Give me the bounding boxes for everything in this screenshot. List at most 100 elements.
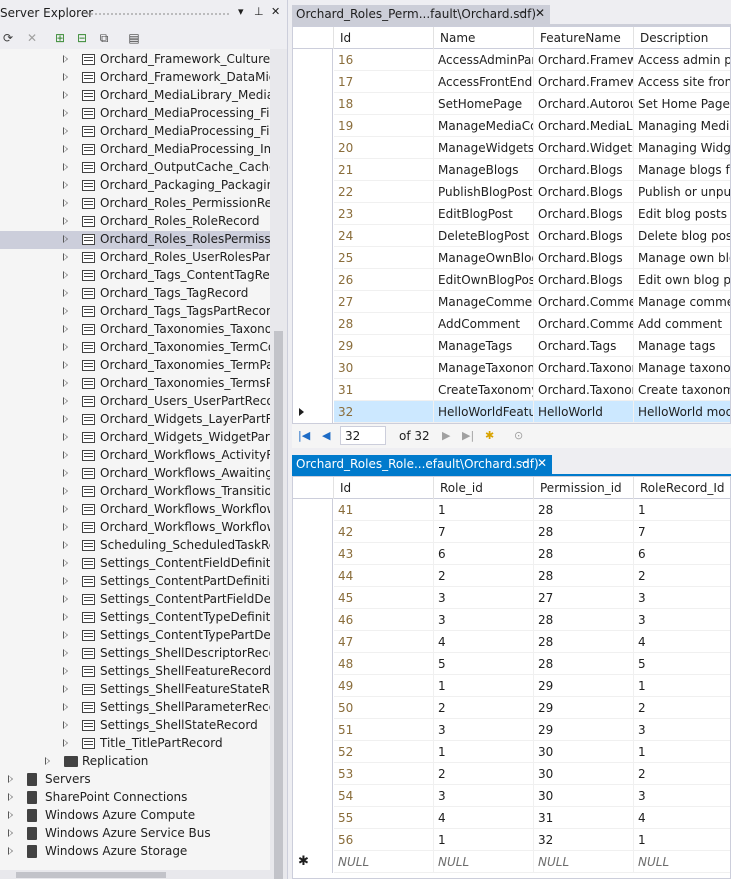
tree-node[interactable]: Orchard_Tags_TagRecord	[0, 285, 270, 303]
table-cell[interactable]: 41	[334, 499, 434, 521]
tree-node[interactable]: Replication	[0, 753, 270, 771]
expand-arrow-icon[interactable]	[63, 631, 68, 639]
row-header[interactable]	[293, 609, 333, 631]
table-cell[interactable]: 3	[634, 609, 730, 631]
table-cell[interactable]: 7	[634, 521, 730, 543]
table-row[interactable]: 55 4 31 4	[293, 807, 730, 829]
refresh-icon[interactable]: ⟳	[0, 30, 16, 46]
table-cell[interactable]: 1	[634, 741, 730, 763]
table-cell[interactable]: 2	[434, 697, 534, 719]
table-row[interactable]: 47 4 28 4	[293, 631, 730, 653]
expand-arrow-icon[interactable]	[63, 595, 68, 603]
table-cell[interactable]: 2	[634, 763, 730, 785]
next-record-icon[interactable]: ▶	[442, 429, 450, 442]
expand-arrow-icon[interactable]	[63, 487, 68, 495]
column-header[interactable]: Name	[434, 27, 534, 49]
table-cell[interactable]: 2	[634, 697, 730, 719]
table-cell[interactable]: 32	[534, 829, 634, 851]
table-cell[interactable]: Access admin panel	[634, 49, 730, 71]
table-cell[interactable]: EditOwnBlogPost	[434, 269, 534, 291]
table-cell[interactable]: ManageTags	[434, 335, 534, 357]
expand-arrow-icon[interactable]	[63, 55, 68, 63]
table-cell[interactable]: Set Home Page	[634, 93, 730, 115]
expand-arrow-icon[interactable]	[63, 577, 68, 585]
expand-arrow-icon[interactable]	[63, 145, 68, 153]
table-row[interactable]: 50 2 29 2	[293, 697, 730, 719]
table-cell[interactable]: Orchard.MediaLibrary	[534, 115, 634, 137]
row-header[interactable]	[293, 565, 333, 587]
table-cell[interactable]: 3	[634, 587, 730, 609]
tree-node[interactable]: Orchard_Taxonomies_TermPartRecord	[0, 357, 287, 375]
tree-node[interactable]: Scheduling_ScheduledTaskRecord	[0, 537, 287, 555]
column-header[interactable]: Id	[334, 27, 434, 49]
table-row[interactable]: 20 ManageWidgets Orchard.Widgets Managing W…	[293, 137, 730, 159]
row-header[interactable]	[293, 379, 333, 401]
tree-node[interactable]: Orchard_MediaProcessing_FilterRecord	[0, 123, 287, 141]
expand-arrow-icon[interactable]	[63, 109, 68, 117]
tree-node[interactable]: Windows Azure Compute	[0, 807, 270, 825]
expand-arrow-icon[interactable]	[63, 739, 68, 747]
table-row[interactable]: 24 DeleteBlogPost Orchard.Blogs Delete blog…	[293, 225, 730, 247]
close-panel-icon[interactable]: ✕	[271, 5, 280, 18]
expand-arrow-icon[interactable]	[8, 775, 13, 783]
table-cell[interactable]: Orchard.Framework	[534, 49, 634, 71]
row-header[interactable]	[293, 719, 333, 741]
table-cell[interactable]: 28	[534, 565, 634, 587]
expand-arrow-icon[interactable]	[63, 559, 68, 567]
expand-arrow-icon[interactable]	[63, 415, 68, 423]
tree-node[interactable]: Orchard_Workflows_WorkflowDefinitionReco…	[0, 501, 287, 519]
table-cell[interactable]: 32	[334, 401, 434, 423]
row-header[interactable]	[293, 181, 333, 203]
table-cell[interactable]: 7	[434, 521, 534, 543]
table-cell[interactable]: Managing Widgets	[634, 137, 730, 159]
expand-arrow-icon[interactable]	[63, 685, 68, 693]
table-cell[interactable]: 27	[334, 291, 434, 313]
expand-arrow-icon[interactable]	[63, 199, 68, 207]
table-row[interactable]: 49 1 29 1	[293, 675, 730, 697]
table-row[interactable]: 22 PublishBlogPost Orchard.Blogs Publish or…	[293, 181, 730, 203]
table-row[interactable]: 48 5 28 5	[293, 653, 730, 675]
table-cell[interactable]: ManageBlogs	[434, 159, 534, 181]
tree-horizontal-scrollbar[interactable]	[0, 870, 270, 879]
table-cell[interactable]: 29	[334, 335, 434, 357]
expand-arrow-icon[interactable]	[8, 811, 13, 819]
table-cell[interactable]: 1	[434, 829, 534, 851]
table-row[interactable]: 43 6 28 6	[293, 543, 730, 565]
table-cell[interactable]: DeleteBlogPost	[434, 225, 534, 247]
expand-arrow-icon[interactable]	[63, 397, 68, 405]
table-row[interactable]: 42 7 28 7	[293, 521, 730, 543]
expand-arrow-icon[interactable]	[63, 469, 68, 477]
row-header[interactable]	[293, 653, 333, 675]
table-cell[interactable]: 4	[434, 631, 534, 653]
connect-to-database-icon[interactable]: ⊞	[52, 30, 68, 46]
expand-arrow-icon[interactable]	[63, 505, 68, 513]
table-cell[interactable]: 30	[534, 785, 634, 807]
tree-node[interactable]: Servers	[0, 771, 270, 789]
table-row[interactable]: 45 3 27 3	[293, 587, 730, 609]
table-cell[interactable]: 3	[434, 785, 534, 807]
expand-arrow-icon[interactable]	[63, 523, 68, 531]
table-cell[interactable]: 27	[534, 587, 634, 609]
properties-icon[interactable]: ▤	[126, 30, 142, 46]
table-cell[interactable]: 5	[634, 653, 730, 675]
tab-roles-permissions-record[interactable]: Orchard_Roles_Role...efault\Orchard.sdf)…	[292, 455, 552, 474]
table-cell[interactable]: 30	[534, 741, 634, 763]
tree-node[interactable]: Windows Azure Service Bus	[0, 825, 270, 843]
row-header-corner[interactable]	[293, 27, 334, 49]
row-header[interactable]	[293, 521, 333, 543]
table-cell[interactable]: ManageOwnBlogs	[434, 247, 534, 269]
row-header[interactable]	[293, 543, 333, 565]
row-header[interactable]	[293, 203, 333, 225]
table-cell[interactable]: Manage blogs for others	[634, 159, 730, 181]
table-cell[interactable]: 4	[434, 807, 534, 829]
column-header[interactable]: Role_id	[434, 477, 534, 499]
tree-node[interactable]: Orchard_Tags_TagsPartRecord	[0, 303, 278, 321]
table-cell[interactable]: 24	[334, 225, 434, 247]
expand-arrow-icon[interactable]	[63, 181, 68, 189]
expand-arrow-icon[interactable]	[8, 793, 13, 801]
row-header[interactable]	[293, 675, 333, 697]
table-cell[interactable]: ManageWidgets	[434, 137, 534, 159]
column-header[interactable]: RoleRecord_Id	[634, 477, 730, 499]
table-cell[interactable]: 25	[334, 247, 434, 269]
expand-arrow-icon[interactable]	[63, 271, 68, 279]
